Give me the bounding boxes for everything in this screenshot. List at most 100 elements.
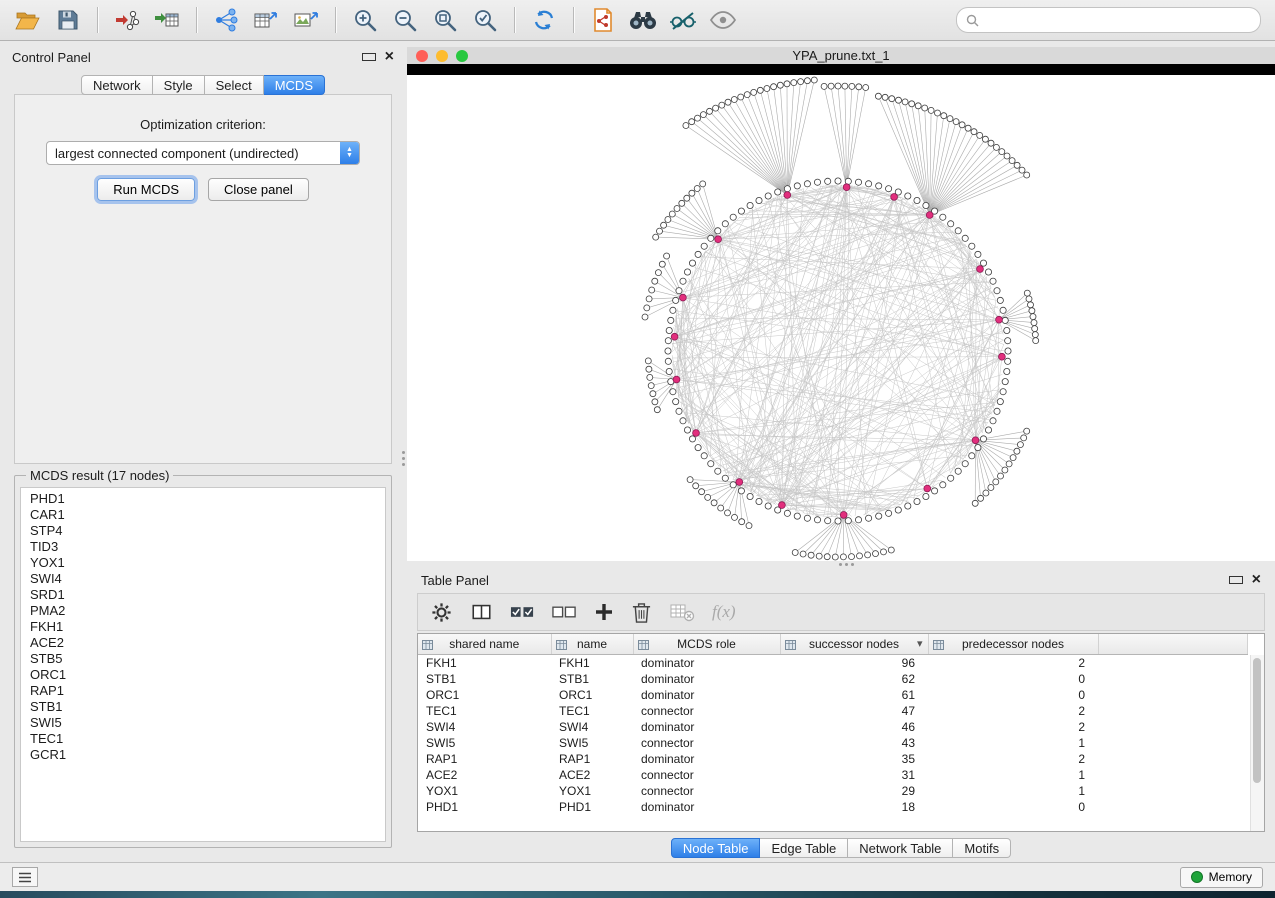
network-canvas[interactable] [407, 75, 1275, 561]
network-node[interactable] [747, 202, 753, 208]
table-cell[interactable]: dominator [633, 671, 780, 687]
table-cell[interactable]: 46 [780, 719, 928, 735]
network-node[interactable] [650, 391, 656, 397]
network-node[interactable] [751, 89, 757, 95]
network-node[interactable] [680, 418, 686, 424]
network-node[interactable] [998, 473, 1004, 479]
table-row[interactable]: ACE2ACE2connector311 [418, 767, 1248, 783]
mcds-result-item[interactable]: ORC1 [30, 667, 385, 683]
float-panel-icon[interactable] [1229, 576, 1243, 584]
tab-motifs[interactable]: Motifs [953, 838, 1011, 858]
network-node[interactable] [845, 518, 851, 524]
table-row[interactable]: RAP1RAP1dominator352 [418, 751, 1248, 767]
table-cell[interactable]: FKH1 [418, 655, 551, 672]
mcds-node[interactable] [843, 184, 850, 191]
network-node[interactable] [988, 140, 994, 146]
network-node[interactable] [794, 513, 800, 519]
column-header-mcds-role[interactable]: MCDS role [633, 634, 780, 655]
network-node[interactable] [1019, 167, 1025, 173]
network-node[interactable] [857, 553, 863, 559]
network-node[interactable] [708, 235, 714, 241]
network-node[interactable] [765, 193, 771, 199]
network-node[interactable] [689, 260, 695, 266]
open-session-button[interactable] [10, 4, 46, 36]
network-node[interactable] [902, 99, 908, 105]
sort-descending-icon[interactable]: ▾ [917, 637, 923, 650]
network-node[interactable] [738, 488, 744, 494]
mcds-node[interactable] [779, 502, 786, 509]
mcds-result-item[interactable]: GCR1 [30, 747, 385, 763]
network-node[interactable] [715, 468, 721, 474]
network-node[interactable] [941, 113, 947, 119]
mcds-node[interactable] [972, 437, 979, 444]
table-cell[interactable]: 35 [780, 751, 928, 767]
network-node[interactable] [990, 418, 996, 424]
mcds-result-item[interactable]: STB1 [30, 699, 385, 715]
network-node[interactable] [738, 208, 744, 214]
network-node[interactable] [695, 445, 701, 451]
network-node[interactable] [705, 494, 711, 500]
network-node[interactable] [873, 551, 879, 557]
horizontal-splitter[interactable] [407, 561, 1275, 567]
network-node[interactable] [1032, 332, 1038, 338]
network-node[interactable] [832, 554, 838, 560]
network-node[interactable] [694, 186, 700, 192]
network-node[interactable] [932, 488, 938, 494]
table-cell[interactable]: YOX1 [418, 783, 551, 799]
network-node[interactable] [731, 97, 737, 103]
network-node[interactable] [784, 510, 790, 516]
network-node[interactable] [1002, 467, 1008, 473]
network-node[interactable] [948, 221, 954, 227]
table-scrollbar[interactable] [1250, 655, 1264, 831]
network-node[interactable] [835, 518, 841, 524]
network-node[interactable] [646, 366, 652, 372]
network-node[interactable] [811, 77, 817, 83]
network-node[interactable] [825, 518, 831, 524]
network-node[interactable] [666, 327, 672, 333]
network-node[interactable] [1010, 455, 1016, 461]
network-node[interactable] [1005, 338, 1011, 344]
mcds-result-item[interactable]: ACE2 [30, 635, 385, 651]
network-node[interactable] [1029, 308, 1035, 314]
table-cell[interactable]: 29 [780, 783, 928, 799]
network-node[interactable] [975, 445, 981, 451]
table-cell[interactable]: RAP1 [551, 751, 633, 767]
network-node[interactable] [923, 202, 929, 208]
show-graphics-button[interactable] [705, 4, 741, 36]
tab-network[interactable]: Network [81, 75, 153, 95]
network-node[interactable] [856, 84, 862, 90]
table-cell[interactable]: 31 [780, 767, 928, 783]
network-node[interactable] [959, 122, 965, 128]
network-node[interactable] [680, 278, 686, 284]
network-node[interactable] [719, 102, 725, 108]
network-node[interactable] [652, 399, 658, 405]
table-row[interactable]: FKH1FKH1dominator962 [418, 655, 1248, 672]
network-node[interactable] [876, 183, 882, 189]
network-node[interactable] [886, 186, 892, 192]
network-node[interactable] [684, 427, 690, 433]
add-column-button[interactable] [594, 602, 614, 622]
close-panel-icon[interactable]: × [1252, 573, 1261, 587]
table-cell[interactable]: dominator [633, 687, 780, 703]
network-node[interactable] [988, 485, 994, 491]
mcds-result-item[interactable]: TID3 [30, 539, 385, 555]
network-node[interactable] [980, 436, 986, 442]
mcds-node[interactable] [693, 430, 700, 437]
network-node[interactable] [684, 195, 690, 201]
column-header-name[interactable]: name [551, 634, 633, 655]
network-node[interactable] [978, 495, 984, 501]
network-node[interactable] [909, 101, 915, 107]
network-node[interactable] [1024, 428, 1030, 434]
network-node[interactable] [999, 149, 1005, 155]
network-node[interactable] [645, 358, 651, 364]
network-node[interactable] [730, 482, 736, 488]
network-node[interactable] [914, 498, 920, 504]
mcds-node[interactable] [977, 266, 984, 273]
network-node[interactable] [928, 107, 934, 113]
network-node[interactable] [669, 211, 675, 217]
column-header-shared-name[interactable]: shared name [418, 634, 551, 655]
network-node[interactable] [693, 483, 699, 489]
tab-edge-table[interactable]: Edge Table [760, 838, 848, 858]
show-columns-button[interactable] [470, 601, 493, 623]
zoom-selected-button[interactable] [467, 4, 503, 36]
